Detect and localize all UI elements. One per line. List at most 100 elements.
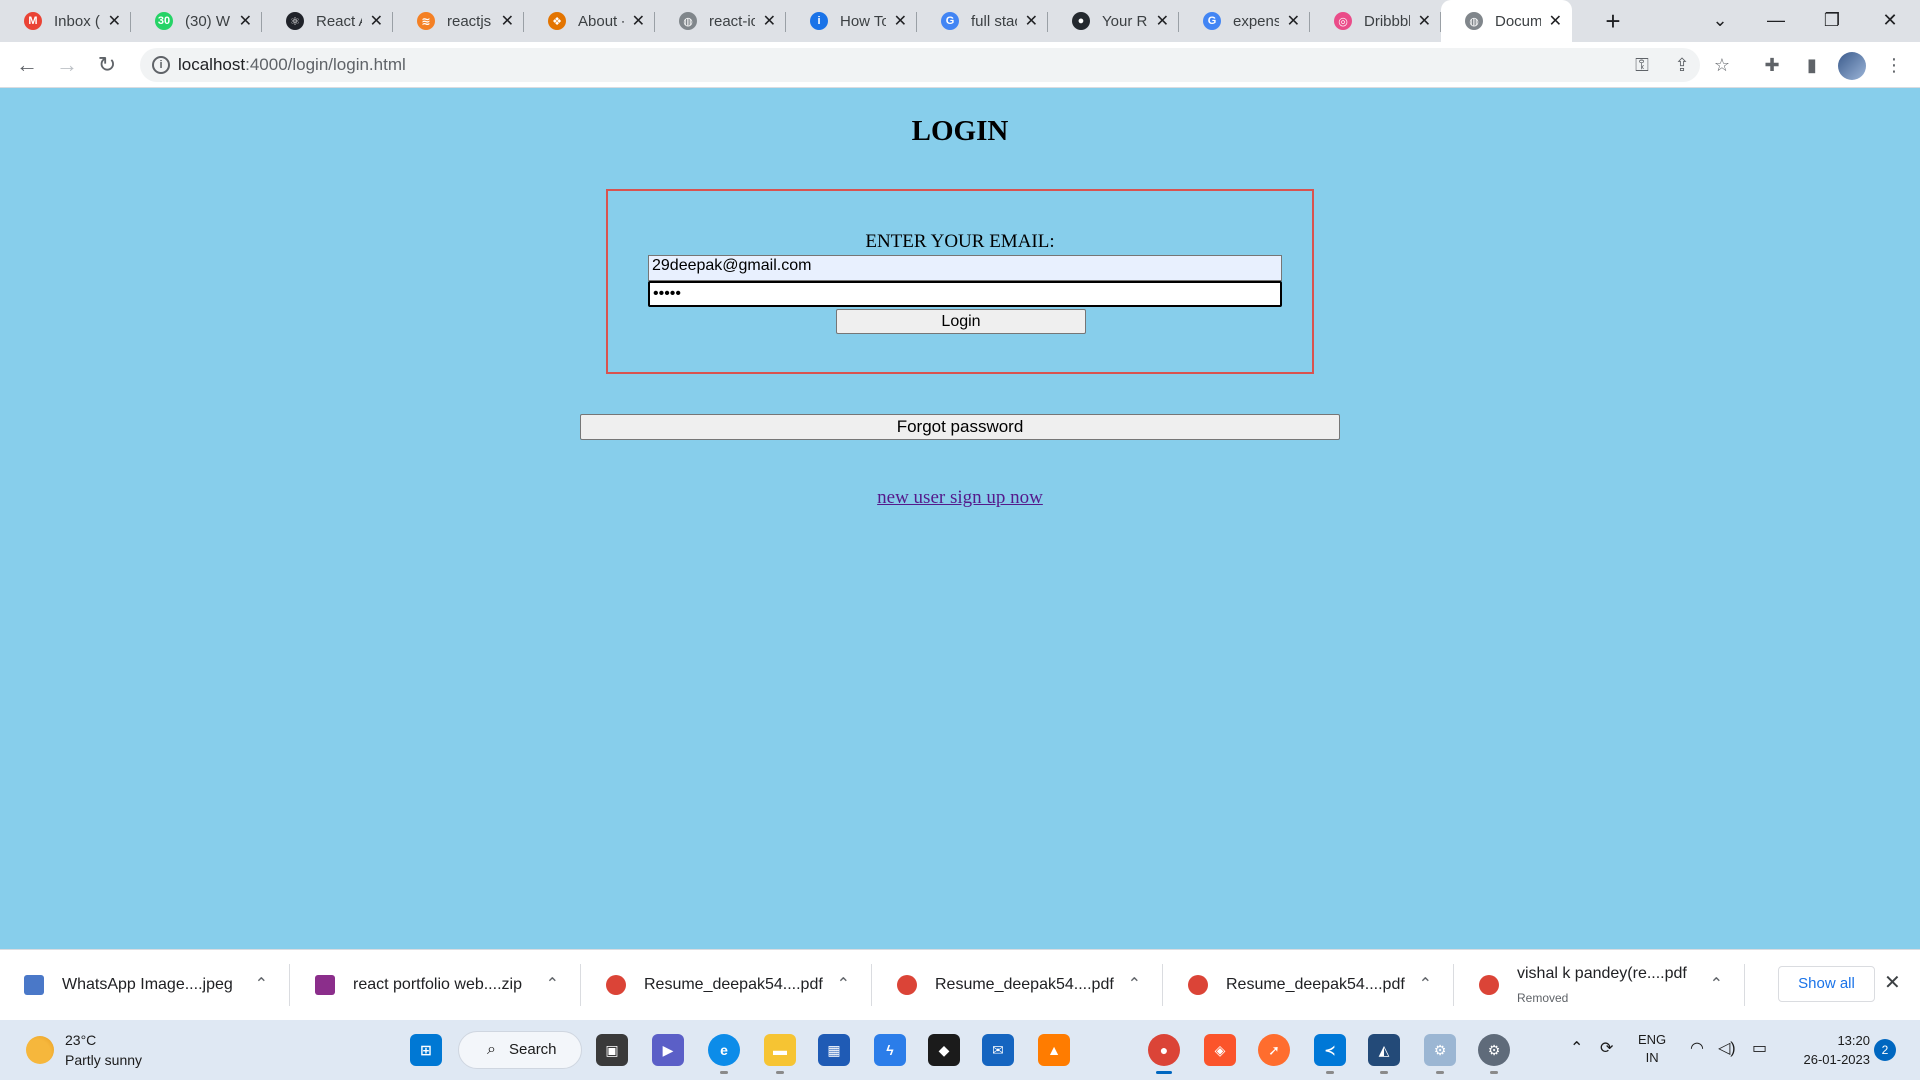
download-name: react portfolio web....zip	[353, 976, 522, 993]
tab-title: Dribbbl	[1364, 12, 1410, 30]
mail-icon[interactable]: ✉	[982, 1034, 1014, 1066]
postman-icon[interactable]: ➚	[1258, 1034, 1290, 1066]
download-item[interactable]: Resume_deepak54....pdf ⌃	[873, 950, 1163, 1020]
weather-temp[interactable]: 23°C	[65, 1032, 96, 1048]
download-text: react portfolio web....zip	[353, 976, 553, 994]
forgot-password-button[interactable]: Forgot password	[580, 414, 1340, 440]
signup-link[interactable]: new user sign up now	[877, 487, 1043, 508]
browser-tab[interactable]: ❖ About - ✕	[524, 0, 655, 42]
tab-close-icon[interactable]: ✕	[501, 11, 514, 31]
tab-title: How To	[840, 12, 886, 30]
power-automate-icon[interactable]: ϟ	[874, 1034, 906, 1066]
chevron-up-icon[interactable]: ⌃	[255, 974, 268, 994]
login-form: ENTER YOUR EMAIL: 29deepak@gmail.com •••…	[606, 189, 1314, 374]
browser-tab[interactable]: M Inbox (2 ✕	[0, 0, 131, 42]
show-all-button[interactable]: Show all	[1778, 966, 1875, 1002]
teams-chat-icon[interactable]: ▶	[652, 1034, 684, 1066]
clock[interactable]: 13:20 26-01-2023	[1790, 1031, 1871, 1069]
file-explorer-icon[interactable]: ▬	[764, 1034, 796, 1074]
tab-search-chevron-icon[interactable]: ⌄	[1692, 0, 1748, 42]
browser-tab[interactable]: ◍ react-ic ✕	[655, 0, 786, 42]
site-info-icon[interactable]: i	[152, 56, 170, 74]
sync-icon[interactable]: ⟳	[1600, 1038, 1613, 1058]
browser-tab[interactable]: Gexpense ✕	[1179, 0, 1310, 42]
browser-tab[interactable]: Gfull stac ✕	[917, 0, 1048, 42]
side-panel-icon[interactable]: ▮	[1798, 51, 1826, 79]
chrome-icon[interactable]: ●	[1148, 1034, 1180, 1074]
new-tab-button[interactable]: +	[1598, 6, 1628, 36]
tab-close-icon[interactable]: ✕	[108, 11, 121, 31]
tab-close-icon[interactable]: ✕	[1156, 11, 1169, 31]
browser-tab[interactable]: ● Your Re ✕	[1048, 0, 1179, 42]
download-item[interactable]: vishal k pandey(re....pdf Removed ⌃	[1455, 950, 1745, 1020]
dropbox-icon[interactable]: ◆	[928, 1034, 960, 1066]
task-view-icon[interactable]: ▣	[596, 1034, 628, 1066]
browser-tab[interactable]: ◎ Dribbbl ✕	[1310, 0, 1441, 42]
tab-close-icon[interactable]: ✕	[370, 11, 383, 31]
tab-close-icon[interactable]: ✕	[894, 11, 907, 31]
brave-icon[interactable]: ◈	[1204, 1034, 1236, 1066]
stackoverflow-icon: ≋	[417, 12, 435, 30]
browser-tab[interactable]: ⚛ React A ✕	[262, 0, 393, 42]
profile-avatar[interactable]	[1838, 52, 1866, 80]
tab-close-icon[interactable]: ✕	[763, 11, 776, 31]
download-item[interactable]: WhatsApp Image....jpeg ⌃	[0, 950, 290, 1020]
key-icon[interactable]: ⚿	[1630, 53, 1654, 77]
mysql-workbench-icon[interactable]: ◭	[1368, 1034, 1400, 1074]
extensions-icon[interactable]: ✚	[1758, 51, 1786, 79]
whatsapp-icon: 30	[155, 12, 173, 30]
minimize-button[interactable]: —	[1748, 0, 1804, 42]
google-icon: G	[941, 12, 959, 30]
login-button[interactable]: Login	[836, 309, 1086, 334]
tab-close-icon[interactable]: ✕	[1025, 11, 1038, 31]
weather-sun-icon[interactable]	[26, 1036, 54, 1064]
start-windows-icon[interactable]: ⊞	[410, 1034, 442, 1066]
tab-close-icon[interactable]: ✕	[1287, 11, 1300, 31]
chevron-up-icon[interactable]: ⌃	[1419, 974, 1432, 994]
address-bar[interactable]: i localhost:4000/login/login.html ⚿ ⇪ ☆	[140, 48, 1730, 82]
close-window-button[interactable]: ✕	[1862, 0, 1918, 42]
chevron-up-icon[interactable]: ⌃	[837, 974, 850, 994]
reload-icon[interactable]: ↻	[92, 50, 122, 80]
bookmark-star-icon[interactable]: ☆	[1710, 53, 1734, 77]
volume-icon[interactable]: ◁)	[1718, 1038, 1736, 1058]
weather-desc[interactable]: Partly sunny	[65, 1052, 142, 1068]
browser-tab[interactable]: 30 (30) Wh ✕	[131, 0, 262, 42]
chevron-up-icon[interactable]: ⌃	[1128, 974, 1141, 994]
tab-close-icon[interactable]: ✕	[1549, 11, 1562, 31]
back-arrow-icon[interactable]: ←	[12, 50, 42, 80]
share-icon[interactable]: ⇪	[1670, 53, 1694, 77]
download-item[interactable]: Resume_deepak54....pdf ⌃	[582, 950, 872, 1020]
browser-tab[interactable]: i How To ✕	[786, 0, 917, 42]
close-icon[interactable]: ✕	[1884, 970, 1901, 995]
browser-tab[interactable]: ≋ reactjs ✕	[393, 0, 524, 42]
store-icon[interactable]: ▦	[818, 1034, 850, 1066]
password-field[interactable]: •••••	[648, 281, 1282, 307]
chevron-up-icon[interactable]: ⌃	[1710, 974, 1723, 994]
battery-icon[interactable]: ▭	[1752, 1038, 1767, 1058]
control-panel-icon[interactable]: ⚙	[1424, 1034, 1456, 1074]
browser-tab[interactable]: ◍ Docum ✕	[1441, 0, 1572, 42]
tab-close-icon[interactable]: ✕	[632, 11, 645, 31]
tab-close-icon[interactable]: ✕	[239, 11, 252, 31]
tab-title: React A	[316, 12, 362, 30]
taskbar-search[interactable]: ⌕ Search	[458, 1031, 582, 1069]
forward-arrow-icon[interactable]: →	[52, 50, 82, 80]
download-item[interactable]: react portfolio web....zip ⌃	[291, 950, 581, 1020]
settings-gear-icon[interactable]: ⚙	[1478, 1034, 1510, 1074]
wifi-icon[interactable]: ◠	[1690, 1038, 1704, 1058]
language-indicator[interactable]: ENG IN	[1638, 1031, 1666, 1067]
url-text[interactable]: localhost:4000/login/login.html	[178, 55, 406, 75]
kebab-menu-icon[interactable]: ⋮	[1880, 51, 1908, 79]
edge-icon[interactable]: e	[708, 1034, 740, 1074]
notification-badge[interactable]: 2	[1874, 1039, 1896, 1061]
vscode-icon[interactable]: ≺	[1314, 1034, 1346, 1074]
restore-button[interactable]: ❐	[1804, 0, 1860, 42]
globe-icon: ◍	[679, 12, 697, 30]
email-field[interactable]: 29deepak@gmail.com	[648, 255, 1282, 281]
vlc-icon[interactable]: ▲	[1038, 1034, 1070, 1066]
chevron-up-icon[interactable]: ⌃	[546, 974, 559, 994]
download-item[interactable]: Resume_deepak54....pdf ⌃	[1164, 950, 1454, 1020]
tab-close-icon[interactable]: ✕	[1418, 11, 1431, 31]
chevron-up-icon[interactable]: ⌃	[1570, 1038, 1583, 1058]
